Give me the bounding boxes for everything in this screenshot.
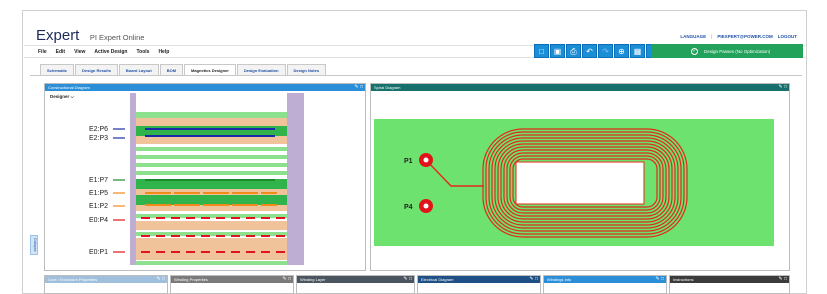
check-circle-icon: ✓ — [691, 47, 698, 55]
layer-insulation — [136, 118, 287, 126]
panel-controls[interactable]: ✎ □ — [529, 276, 538, 283]
winding-label: E1:P5 — [89, 190, 108, 197]
layer-insulation — [136, 238, 287, 260]
winding-label: E0:P1 — [89, 249, 108, 256]
menu-view[interactable]: View — [74, 49, 85, 55]
panel-controls[interactable]: ✎ □ — [403, 276, 412, 283]
menu-help[interactable]: Help — [158, 49, 169, 55]
tab-design-notes[interactable]: Design Notes — [286, 64, 327, 75]
winding-layer-panel[interactable]: Winding Layer ✎ □ — [296, 275, 415, 294]
winding-layer-header: Winding Layer ✎ □ — [297, 276, 414, 283]
winding-label: E1:P7 — [89, 177, 108, 184]
menu-active-design[interactable]: Active Design — [94, 49, 127, 55]
winding-properties-header: Winding Properties ✎ □ — [171, 276, 293, 283]
layer-tape — [136, 155, 287, 159]
panel-controls[interactable]: ✎ □ — [778, 276, 787, 283]
core-enclosure-title: Core / Enclosure Properties — [48, 277, 98, 282]
design-tabs: Schematic Design Results Board Layout BO… — [40, 64, 327, 75]
pin-hole — [423, 203, 429, 209]
open-folder-icon[interactable]: ▣ — [550, 44, 565, 58]
design-status-badge[interactable]: ✓ Design Passes (No Optimization) — [651, 44, 803, 58]
tab-design-evaluation[interactable]: Design Evaluation — [236, 64, 286, 75]
core-enclosure-panel[interactable]: Core / Enclosure Properties ✎ □ — [44, 275, 168, 294]
menu-file[interactable]: File — [38, 49, 47, 55]
windings-info-panel[interactable]: Windings Info ✎ □ — [543, 275, 667, 294]
winding-properties-title: Winding Properties — [174, 277, 208, 282]
layer-tape — [136, 171, 287, 175]
winding-label: E0:P4 — [89, 217, 108, 224]
electrical-diagram-panel[interactable]: Electrical Diagram ✎ □ — [417, 275, 541, 294]
tab-schematic[interactable]: Schematic — [40, 64, 75, 75]
tab-magnetics-designer[interactable]: Magnetics Designer — [184, 64, 236, 75]
menu-tools[interactable]: Tools — [136, 49, 149, 55]
core-window — [515, 161, 645, 205]
core-enclosure-header: Core / Enclosure Properties ✎ □ — [45, 276, 167, 283]
bobbin-right-wall — [287, 93, 304, 265]
tab-board-layout[interactable]: Board Layout — [118, 64, 159, 75]
layer-tape — [136, 147, 287, 151]
bobbin-left-wall — [130, 93, 136, 265]
windings-info-title: Windings Info — [547, 277, 572, 282]
app-logo: Expert — [36, 27, 80, 44]
winding-properties-panel[interactable]: Winding Properties ✎ □ — [170, 275, 294, 294]
electrical-diagram-header: Electrical Diagram ✎ □ — [418, 276, 540, 283]
app-brand: Expert PI Expert Online — [36, 27, 144, 45]
constructional-diagram-header: Constructional Diagram ✎ □ — [45, 84, 365, 91]
windings-info-header: Windings Info ✎ □ — [544, 276, 666, 283]
collapse-side-handle[interactable]: Collapse — [30, 235, 38, 255]
top-links: LANGUAGE | PIEXPERT@POWER.COM LOGOUT — [680, 34, 797, 39]
instructions-title: Instructions — [673, 277, 694, 282]
electrical-diagram-title: Electrical Diagram — [421, 277, 454, 282]
panel-controls[interactable]: ✎ □ — [282, 276, 291, 283]
logout-link[interactable]: LOGOUT — [778, 34, 797, 39]
spiral-diagram-title: Spiral Diagram — [374, 85, 401, 90]
constructional-diagram-panel: Constructional Diagram ✎ □ Designer ⌵ E2… — [44, 83, 366, 271]
layer-insulation — [136, 136, 287, 144]
pin-label: P4 — [404, 204, 413, 211]
winding-label: E1:P2 — [89, 203, 108, 210]
layer-tape — [136, 112, 287, 118]
redo-icon[interactable]: ↷ — [598, 44, 613, 58]
toolbar: □ ▣ ⎙ ↶ ↷ ⊕ ▦ ? — [534, 44, 661, 58]
tab-design-results[interactable]: Design Results — [75, 64, 118, 75]
panel-controls[interactable]: ✎ □ — [778, 84, 787, 91]
add-circle-icon[interactable]: ⊕ — [614, 44, 629, 58]
winding-stack-diagram: E2:P6 E2:P3 E1:P7 E1:P5 E1:P2 E0:P4 E0:P… — [89, 93, 304, 265]
menu-edit[interactable]: Edit — [56, 49, 65, 55]
tab-bom[interactable]: BOM — [159, 64, 184, 75]
link-separator: | — [711, 34, 713, 39]
library-icon[interactable]: ▦ — [630, 44, 645, 58]
winding-label: E2:P6 — [89, 126, 108, 133]
layer-insulation — [136, 221, 287, 230]
tabs-divider — [30, 75, 802, 76]
winding-layer-title: Winding Layer — [300, 277, 326, 282]
spiral-diagram-header: Spiral Diagram ✎ □ — [371, 84, 789, 91]
layer-copper — [136, 126, 287, 136]
layer-copper — [136, 195, 287, 205]
panel-controls[interactable]: ✎ □ — [156, 276, 165, 283]
panel-controls[interactable]: ✎ □ — [354, 84, 363, 91]
instructions-header: Instructions ✎ □ — [670, 276, 789, 283]
spiral-trace-diagram: P1 P4 — [374, 119, 774, 246]
app-subtitle: PI Expert Online — [89, 33, 145, 42]
spiral-diagram-panel: Spiral Diagram ✎ □ P1 P4 — [370, 83, 790, 271]
pin-label: P1 — [404, 158, 413, 165]
winding-label: E2:P3 — [89, 135, 108, 142]
instructions-panel[interactable]: Instructions ✎ □ — [669, 275, 790, 294]
layer-tape — [136, 261, 287, 265]
language-link[interactable]: LANGUAGE — [680, 34, 706, 39]
pin-hole — [423, 157, 429, 163]
undo-icon[interactable]: ↶ — [582, 44, 597, 58]
layer-tape — [136, 163, 287, 167]
new-file-icon[interactable]: □ — [534, 44, 549, 58]
print-icon[interactable]: ⎙ — [566, 44, 581, 58]
design-status-text: Design Passes (No Optimization) — [704, 48, 771, 54]
panel-controls[interactable]: ✎ □ — [655, 276, 664, 283]
user-link[interactable]: PIEXPERT@POWER.COM — [717, 34, 772, 39]
constructional-diagram-title: Constructional Diagram — [48, 85, 90, 90]
